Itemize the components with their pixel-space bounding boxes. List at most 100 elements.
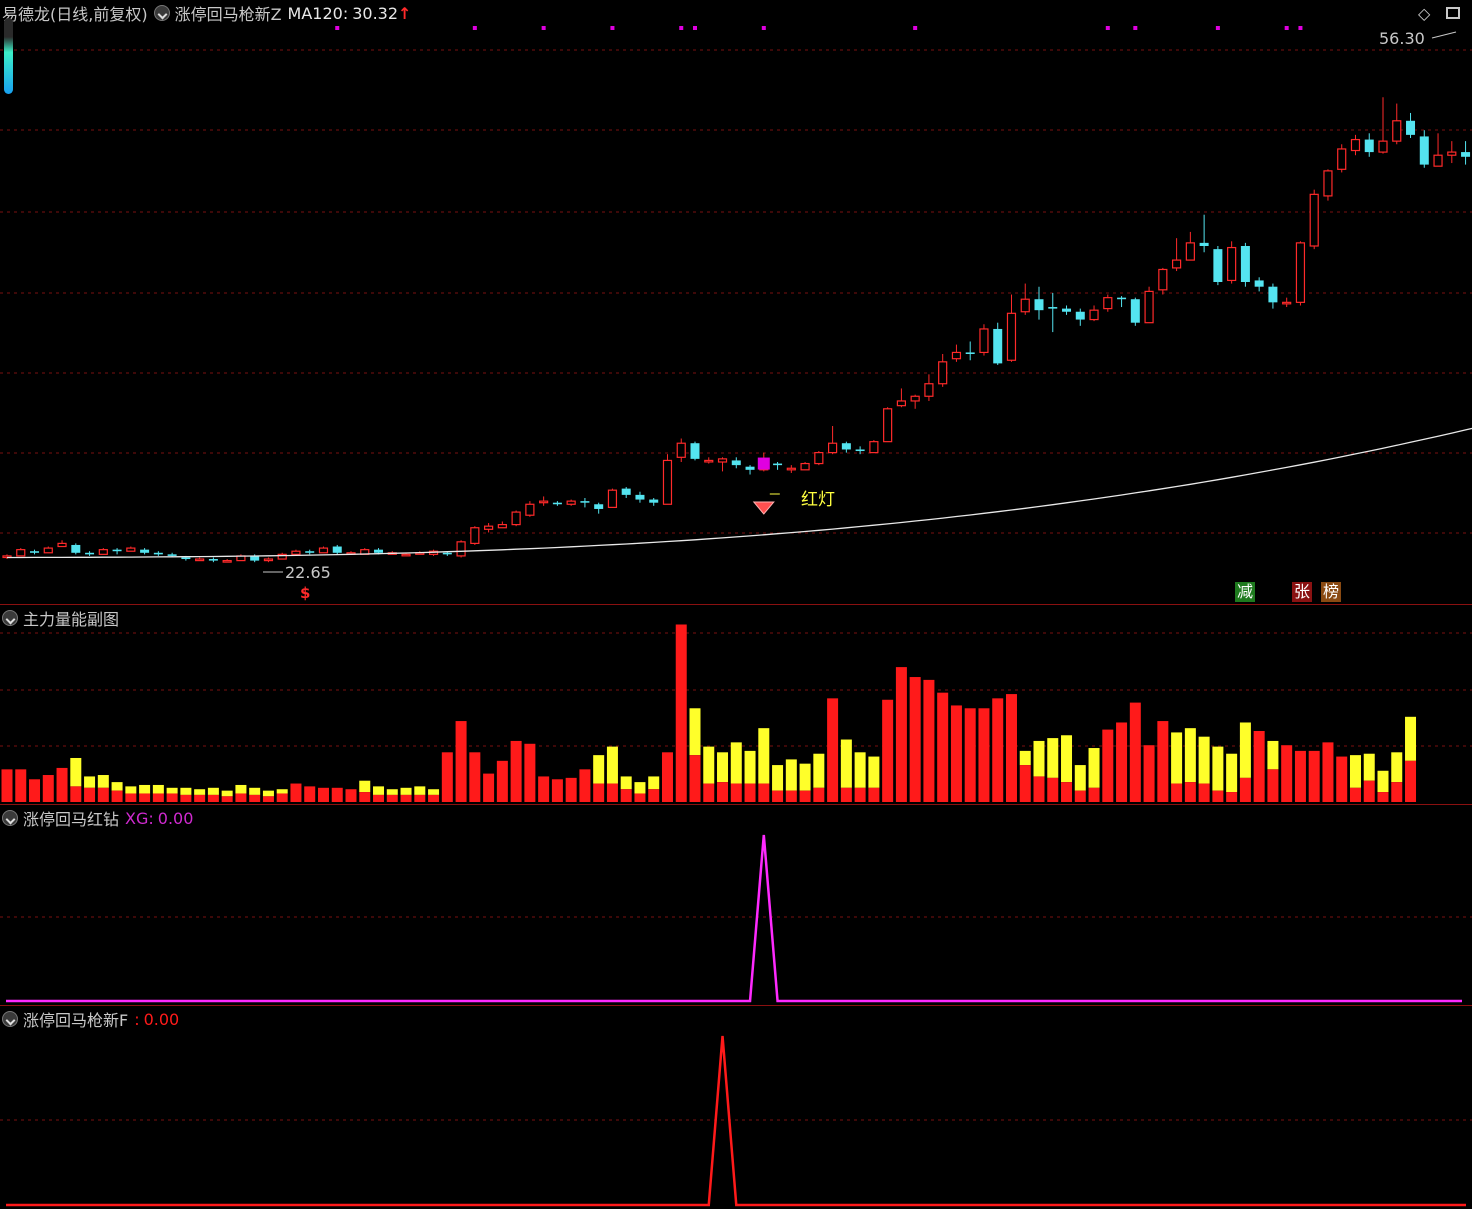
top-signal-dot xyxy=(1298,26,1303,30)
volume-bar-red xyxy=(331,787,343,802)
volume-bar-red xyxy=(152,793,164,802)
candle-body xyxy=(800,462,810,471)
main-chart-svg[interactable] xyxy=(0,0,1472,604)
volume-bar-red xyxy=(1102,729,1114,802)
volume-bar-yellow xyxy=(373,786,385,795)
candle-body xyxy=(965,352,975,354)
volume-bar-red xyxy=(455,721,467,802)
volume-bar-red xyxy=(235,793,247,802)
badge-bang[interactable]: 榜 xyxy=(1321,582,1341,602)
top-signal-dot xyxy=(693,26,697,30)
indicator-name[interactable]: 涨停回马枪新Z xyxy=(175,1,282,25)
xg-panel-title[interactable]: 涨停回马红钻 xyxy=(23,806,119,830)
candle-body xyxy=(869,441,879,454)
candle-body xyxy=(704,459,714,463)
volume-bar-red xyxy=(1226,792,1238,802)
candle-body xyxy=(1034,299,1044,311)
f-panel-header: 涨停回马枪新F : 0.00 xyxy=(2,1008,179,1030)
window-icon[interactable] xyxy=(1446,7,1460,19)
volume-bar-yellow xyxy=(166,787,178,794)
candle-body xyxy=(332,546,342,553)
volume-bar-red xyxy=(221,796,233,802)
candle-body xyxy=(745,466,755,470)
xg-chart-svg[interactable] xyxy=(0,805,1472,1005)
candle-body xyxy=(841,443,851,450)
volume-bar-red xyxy=(840,787,852,802)
volume-bar-yellow xyxy=(1019,750,1031,766)
candle-body xyxy=(1048,307,1058,309)
volume-bar-red xyxy=(469,752,481,802)
candle-body xyxy=(855,449,865,452)
volume-bar-red xyxy=(730,783,742,802)
chevron-down-icon[interactable] xyxy=(153,5,170,21)
f-chart-svg[interactable] xyxy=(0,1006,1472,1209)
candle-body xyxy=(1447,151,1457,156)
volume-bar-red xyxy=(304,786,316,802)
xg-label: XG: xyxy=(125,808,154,828)
candle-body xyxy=(883,408,893,443)
badge-zhang[interactable]: 张 xyxy=(1292,582,1312,602)
volume-bar-red xyxy=(703,783,715,802)
candle-body xyxy=(1144,290,1154,324)
candle-body xyxy=(786,467,796,471)
volume-bar-yellow xyxy=(1349,755,1361,788)
top-signal-dot xyxy=(335,26,340,30)
stock-title[interactable]: 易德龙(日线,前复权) xyxy=(2,1,148,25)
top-signal-dot xyxy=(761,26,766,30)
volume-bar-red xyxy=(1061,782,1073,802)
volume-bar-yellow xyxy=(139,784,151,794)
volume-bar-red xyxy=(373,794,385,802)
volume-bar-red xyxy=(1074,790,1086,802)
volume-bar-red xyxy=(593,783,605,802)
candle-body xyxy=(1433,154,1443,167)
top-signal-dot xyxy=(913,26,918,30)
volume-bar-yellow xyxy=(744,750,756,784)
volume-chart-svg[interactable] xyxy=(0,605,1472,804)
volume-bar-red xyxy=(882,699,894,802)
volume-bar-yellow xyxy=(414,786,426,795)
candle-body xyxy=(827,442,838,454)
f-panel-title[interactable]: 涨停回马枪新F xyxy=(23,1007,128,1031)
volume-panel-title[interactable]: 主力量能副图 xyxy=(23,606,119,630)
volume-bar-yellow xyxy=(1033,740,1045,777)
volume-bar-red xyxy=(1349,787,1361,802)
diamond-icon[interactable]: ◇ xyxy=(1418,4,1430,23)
volume-bar-red xyxy=(1377,792,1389,802)
ma120-line xyxy=(7,427,1472,559)
candle-body xyxy=(181,557,191,560)
candle-body xyxy=(1350,138,1361,152)
volume-bar-red xyxy=(1129,702,1141,802)
volume-bar-red xyxy=(1405,760,1417,802)
main-price-panel: 易德龙(日线,前复权) 涨停回马枪新Z MA120: 30.32 ↑ ◇ 56.… xyxy=(0,0,1472,604)
volume-bar-red xyxy=(950,705,962,802)
top-signal-dot xyxy=(679,26,684,30)
chevron-down-icon[interactable] xyxy=(2,1011,18,1027)
volume-bar-red xyxy=(139,793,151,802)
candle-body xyxy=(979,328,989,354)
chevron-down-icon[interactable] xyxy=(2,810,18,826)
volume-bar-yellow xyxy=(207,787,219,795)
candle-body xyxy=(773,463,783,466)
candle-body xyxy=(731,460,741,466)
candle-body xyxy=(291,550,301,555)
candle-body xyxy=(126,547,136,552)
candle-body xyxy=(374,549,384,553)
candle-body xyxy=(539,500,549,504)
volume-panel: 主力量能副图 xyxy=(0,605,1472,804)
volume-bar-yellow xyxy=(180,787,192,795)
ma-up-arrow-icon: ↑ xyxy=(398,3,412,23)
candle-body xyxy=(814,452,824,465)
candle-body xyxy=(484,525,494,530)
volume-bar-red xyxy=(1212,790,1224,802)
volume-bar-red xyxy=(937,692,949,802)
badge-jian[interactable]: 减 xyxy=(1235,582,1255,602)
volume-bar-yellow xyxy=(249,787,261,795)
volume-bar-red xyxy=(1184,782,1196,802)
chevron-down-icon[interactable] xyxy=(2,610,18,626)
candle-body xyxy=(1075,311,1085,320)
signal-square-marker xyxy=(757,457,770,470)
volume-bar-yellow xyxy=(1377,770,1389,793)
top-signal-dot xyxy=(1215,26,1220,30)
ma-label: MA120: xyxy=(287,3,349,23)
volume-bar-red xyxy=(1322,742,1334,802)
